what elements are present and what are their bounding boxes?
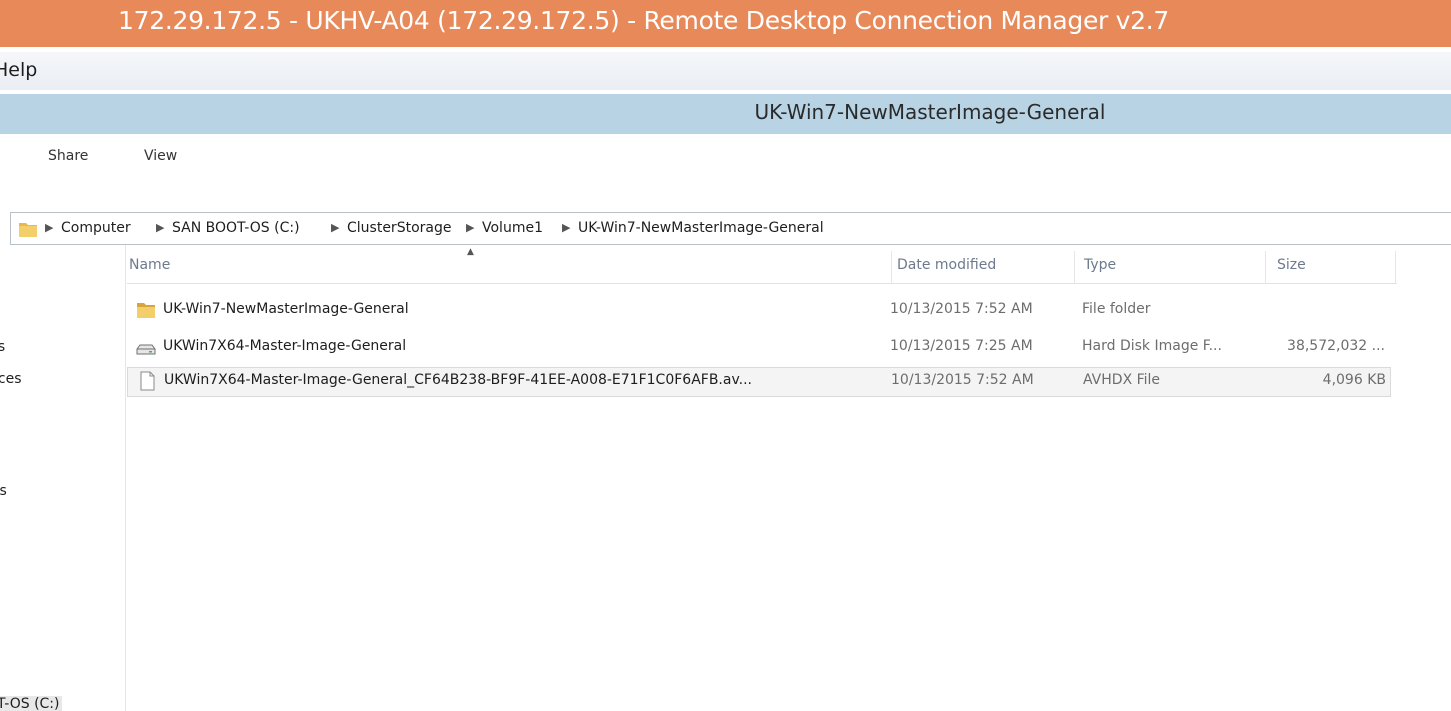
nav-item-partial[interactable]: ts <box>0 483 7 499</box>
column-header-size[interactable]: Size <box>1275 251 1395 284</box>
file-size: 38,572,032 ... <box>1287 338 1385 354</box>
column-header-date[interactable]: Date modified <box>895 251 1075 284</box>
breadcrumb-drive[interactable]: SAN BOOT-OS (C:) <box>172 220 300 236</box>
folder-icon <box>19 223 37 237</box>
folder-icon <box>137 303 155 318</box>
address-bar[interactable]: ▶ Computer ▶ SAN BOOT-OS (C:) ▶ ClusterS… <box>10 212 1451 245</box>
column-header-type-label: Type <box>1084 257 1117 273</box>
file-size: 4,096 KB <box>1322 372 1386 388</box>
explorer-title-bar[interactable]: UK-Win7-NewMasterImage-General <box>0 94 1451 134</box>
column-header-type[interactable]: Type <box>1082 251 1262 284</box>
disk-image-icon <box>136 344 156 355</box>
file-date: 10/13/2015 7:25 AM <box>890 338 1033 354</box>
breadcrumb-computer[interactable]: Computer <box>61 220 131 236</box>
breadcrumb-separator-icon[interactable]: ▶ <box>562 221 570 234</box>
file-name: UKWin7X64-Master-Image-General <box>163 338 407 354</box>
file-type: AVHDX File <box>1083 372 1161 388</box>
column-divider[interactable] <box>891 251 892 284</box>
file-type: Hard Disk Image F... <box>1082 338 1222 354</box>
ribbon-tabs: Share View <box>0 136 1451 182</box>
breadcrumb-current-folder[interactable]: UK-Win7-NewMasterImage-General <box>578 220 824 236</box>
file-name: UK-Win7-NewMasterImage-General <box>163 301 409 317</box>
file-row-selected[interactable]: UKWin7X64-Master-Image-General_CF64B238-… <box>127 367 1391 397</box>
nav-item-partial[interactable]: ls <box>0 339 5 355</box>
column-divider[interactable] <box>1074 251 1075 284</box>
file-row[interactable]: UKWin7X64-Master-Image-General 10/13/201… <box>127 334 1391 361</box>
tab-share[interactable]: Share <box>48 148 88 164</box>
column-header-name-label: Name <box>129 257 171 273</box>
explorer-window-title: UK-Win7-NewMasterImage-General <box>754 100 1106 124</box>
rdcman-window-title: 172.29.172.5 - UKHV-A04 (172.29.172.5) -… <box>118 6 1170 35</box>
breadcrumb-separator-icon[interactable]: ▶ <box>156 221 164 234</box>
nav-item-partial[interactable]: ices <box>0 371 22 387</box>
column-header-row: ▲ Name Date modified Type Size <box>127 247 1397 284</box>
column-header-name[interactable]: Name <box>127 251 891 284</box>
file-row[interactable]: UK-Win7-NewMasterImage-General 10/13/201… <box>127 297 1391 324</box>
rdcman-title-bar[interactable]: 172.29.172.5 - UKHV-A04 (172.29.172.5) -… <box>0 0 1451 47</box>
breadcrumb-separator-icon[interactable]: ▶ <box>45 221 53 234</box>
file-date: 10/13/2015 7:52 AM <box>890 301 1033 317</box>
file-name: UKWin7X64-Master-Image-General_CF64B238-… <box>164 372 753 388</box>
file-list: ▲ Name Date modified Type Size UK-Win7-N… <box>127 245 1451 711</box>
column-header-size-label: Size <box>1277 257 1306 273</box>
tab-view[interactable]: View <box>144 148 177 164</box>
rdcman-menu-bar: Help <box>0 52 1451 90</box>
file-type: File folder <box>1082 301 1151 317</box>
file-date: 10/13/2015 7:52 AM <box>891 372 1034 388</box>
breadcrumb-separator-icon[interactable]: ▶ <box>331 221 339 234</box>
column-divider[interactable] <box>1395 251 1396 284</box>
file-icon <box>140 371 155 391</box>
menu-item-help[interactable]: Help <box>0 59 37 81</box>
breadcrumb-separator-icon[interactable]: ▶ <box>466 221 474 234</box>
nav-item-drive[interactable]: T-OS (C:) <box>0 696 63 711</box>
breadcrumb-clusterstorage[interactable]: ClusterStorage <box>347 220 451 236</box>
breadcrumb-volume1[interactable]: Volume1 <box>482 220 543 236</box>
navigation-pane: ls ices ts T-OS (C:) <box>0 245 126 711</box>
column-divider[interactable] <box>1265 251 1266 284</box>
column-header-date-label: Date modified <box>897 257 997 273</box>
